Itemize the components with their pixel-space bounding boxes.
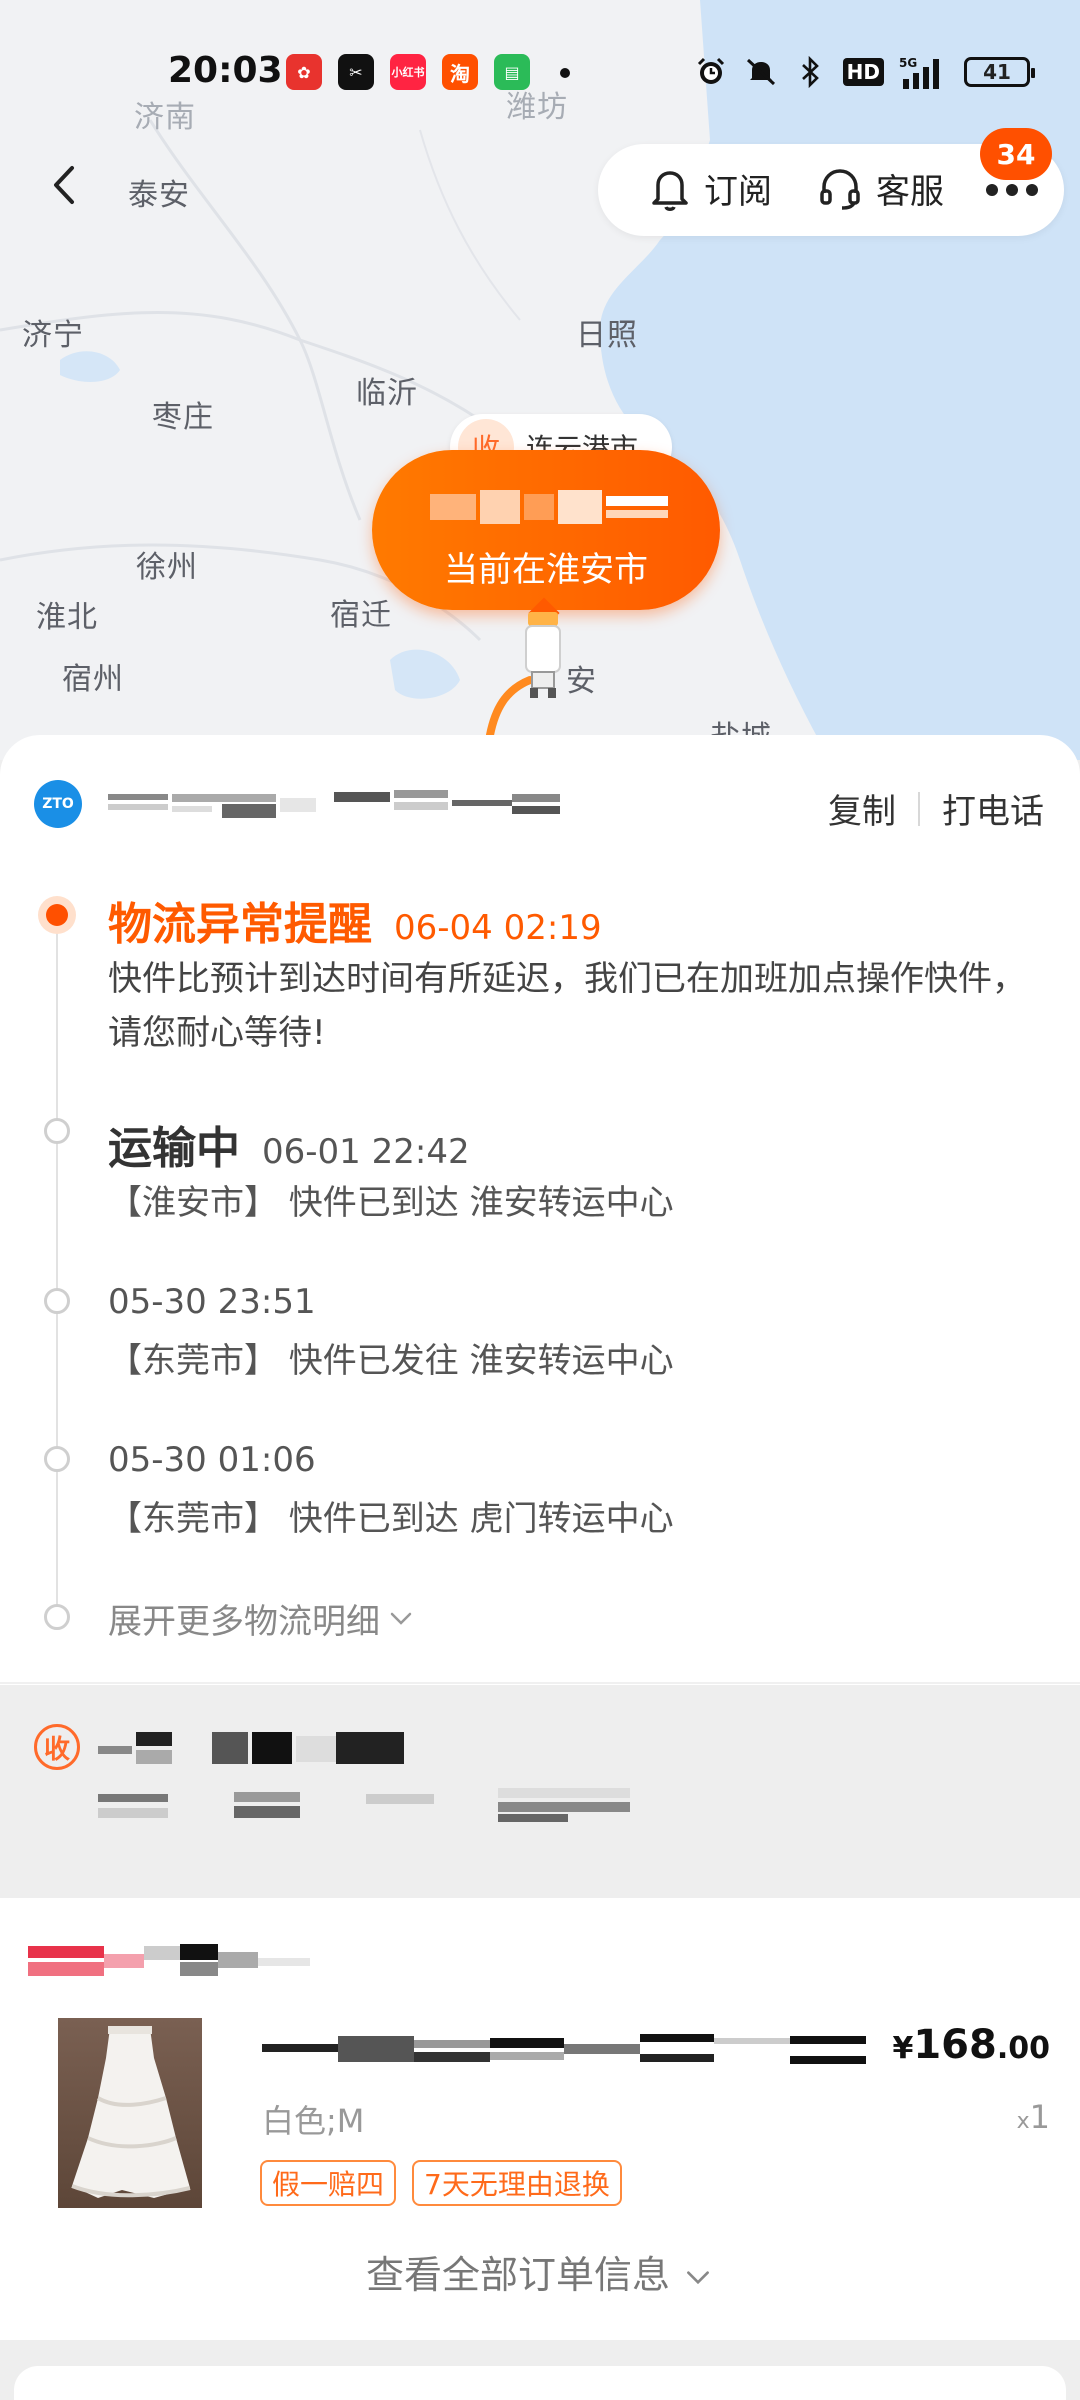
timeline-node (44, 1604, 70, 1630)
headset-icon (820, 168, 860, 210)
mute-icon (743, 54, 779, 90)
product-variant: 白色;M (262, 2102, 365, 2140)
product-quantity: x1 (1017, 2098, 1050, 2136)
timeline-status: 物流异常提醒 (108, 899, 372, 950)
timeline-status: 运输中 (108, 1123, 240, 1174)
timeline-time: 06-04 02:19 (394, 908, 602, 948)
timeline-node (44, 1118, 70, 1144)
map-city-label: 徐州 (136, 550, 198, 585)
timeline-description: 【东莞市】 快件已发往 淮安转运中心 (108, 1341, 674, 1381)
map-city-label: 宿迁 (330, 598, 392, 633)
map-city-label: 淮北 (36, 600, 98, 635)
timeline-item-header: 物流异常提醒 06-04 02:19 (108, 888, 602, 952)
map-city-label: 宿州 (62, 662, 124, 697)
timeline-line (56, 912, 58, 1612)
next-card-edge (14, 2366, 1066, 2400)
expand-logistics-button[interactable]: 展开更多物流明细 (108, 1594, 416, 1643)
chevron-left-icon (54, 166, 74, 204)
qty-value: 1 (1029, 2098, 1050, 2136)
section-divider (0, 1682, 1080, 1684)
bluetooth-icon (793, 54, 829, 90)
timeline-description: 快件比预计到达时间有所延迟，我们已在加班加点操作快件，请您耐心等待! (108, 959, 1026, 1053)
current-location-bubble[interactable]: 当前在淮安市 (372, 450, 720, 610)
timeline-time: 06-01 22:42 (262, 1132, 470, 1172)
receiver-icon: 收 (34, 1724, 80, 1770)
timeline-item-header: 05-30 01:06 (108, 1440, 316, 1480)
redacted-receiver-address (98, 1788, 630, 1822)
app-taobao-icon: 淘 (442, 54, 478, 90)
redacted-tracking-number (108, 790, 560, 818)
timeline-description: 【东莞市】 快件已到达 虎门转运中心 (108, 1499, 674, 1539)
courier-logo-icon: ZTO (34, 780, 82, 828)
status-time: 20:03 (168, 50, 283, 91)
map-city-label: 临沂 (356, 376, 418, 411)
app-messages-icon: ▤ (494, 54, 530, 90)
view-all-order-button[interactable]: 查看全部订单信息 (0, 2244, 1080, 2299)
service-tag[interactable]: 假一赔四 (260, 2160, 397, 2206)
customer-service-button[interactable]: 客服 (816, 164, 944, 213)
back-button[interactable] (40, 160, 90, 210)
bell-icon (652, 170, 688, 211)
map-city-label: 枣庄 (152, 400, 214, 435)
action-divider (918, 791, 920, 826)
map-city-label: 日照 (576, 318, 638, 353)
signal-5g-icon: 5G (898, 54, 950, 90)
timeline-node (44, 1446, 70, 1472)
battery-level: 41 (983, 60, 1011, 84)
expand-label: 展开更多物流明细 (108, 1602, 380, 1642)
hd-voice-icon: HD (842, 58, 884, 86)
call-button[interactable]: 打电话 (942, 784, 1044, 833)
price-decimal: .00 (996, 2031, 1050, 2066)
map-city-label: 安 (566, 664, 597, 699)
map-city-label: 泰安 (128, 178, 190, 213)
copy-button[interactable]: 复制 (828, 784, 896, 833)
current-location-text: 当前在淮安市 (444, 550, 648, 590)
timeline-item-header: 运输中 06-01 22:42 (108, 1112, 470, 1176)
timeline-item-header: 05-30 23:51 (108, 1282, 316, 1322)
subscribe-button[interactable]: 订阅 (648, 164, 772, 213)
product-image[interactable] (58, 2018, 202, 2208)
qty-prefix: x (1016, 2109, 1030, 2134)
more-dot-icon (1026, 184, 1038, 196)
redacted-product-title (262, 2034, 866, 2064)
redacted-shop-name (28, 1944, 310, 1976)
redacted-receiver-name (98, 1732, 404, 1764)
more-dot-icon (986, 184, 998, 196)
app-xiaohongshu-icon: 小红书 (390, 54, 426, 90)
app-flower-icon: ✿ (286, 54, 322, 90)
service-label: 客服 (876, 172, 944, 212)
timeline-node (44, 1288, 70, 1314)
truck-icon (525, 612, 561, 698)
courier-actions: 复制 打电话 (828, 784, 1044, 833)
product-price: ¥168.00 (892, 2022, 1050, 2068)
message-count-badge: 34 (980, 128, 1052, 180)
chevron-down-icon (390, 1612, 412, 1625)
status-right-icons: HD 5G 41 (693, 52, 1035, 92)
redacted-tracking-info (430, 490, 668, 524)
price-symbol: ¥ (892, 2031, 914, 2066)
battery-icon: 41 (964, 57, 1035, 87)
timeline-time: 05-30 01:06 (108, 1440, 316, 1480)
subscribe-label: 订阅 (704, 172, 772, 212)
service-tag[interactable]: 7天无理由退换 (412, 2160, 622, 2206)
white-skirt-photo (71, 2026, 191, 2198)
timeline-node-active (38, 896, 76, 934)
alarm-icon (693, 54, 729, 90)
price-integer: 168 (913, 2022, 997, 2068)
chevron-down-icon (687, 2270, 709, 2284)
map-city-label: 济宁 (22, 318, 84, 353)
status-bar: 20:03 ✿ ✂ 小红书 淘 ▤ HD 5G 41 (0, 40, 1080, 100)
timeline-description: 【淮安市】 快件已到达 淮安转运中心 (108, 1183, 674, 1223)
timeline-time: 05-30 23:51 (108, 1282, 316, 1322)
view-all-label: 查看全部订单信息 (365, 2253, 670, 2297)
notification-dot-icon (560, 68, 570, 78)
svg-text:5G: 5G (899, 56, 917, 70)
app-capcut-icon: ✂ (338, 54, 374, 90)
more-dot-icon (1006, 184, 1018, 196)
